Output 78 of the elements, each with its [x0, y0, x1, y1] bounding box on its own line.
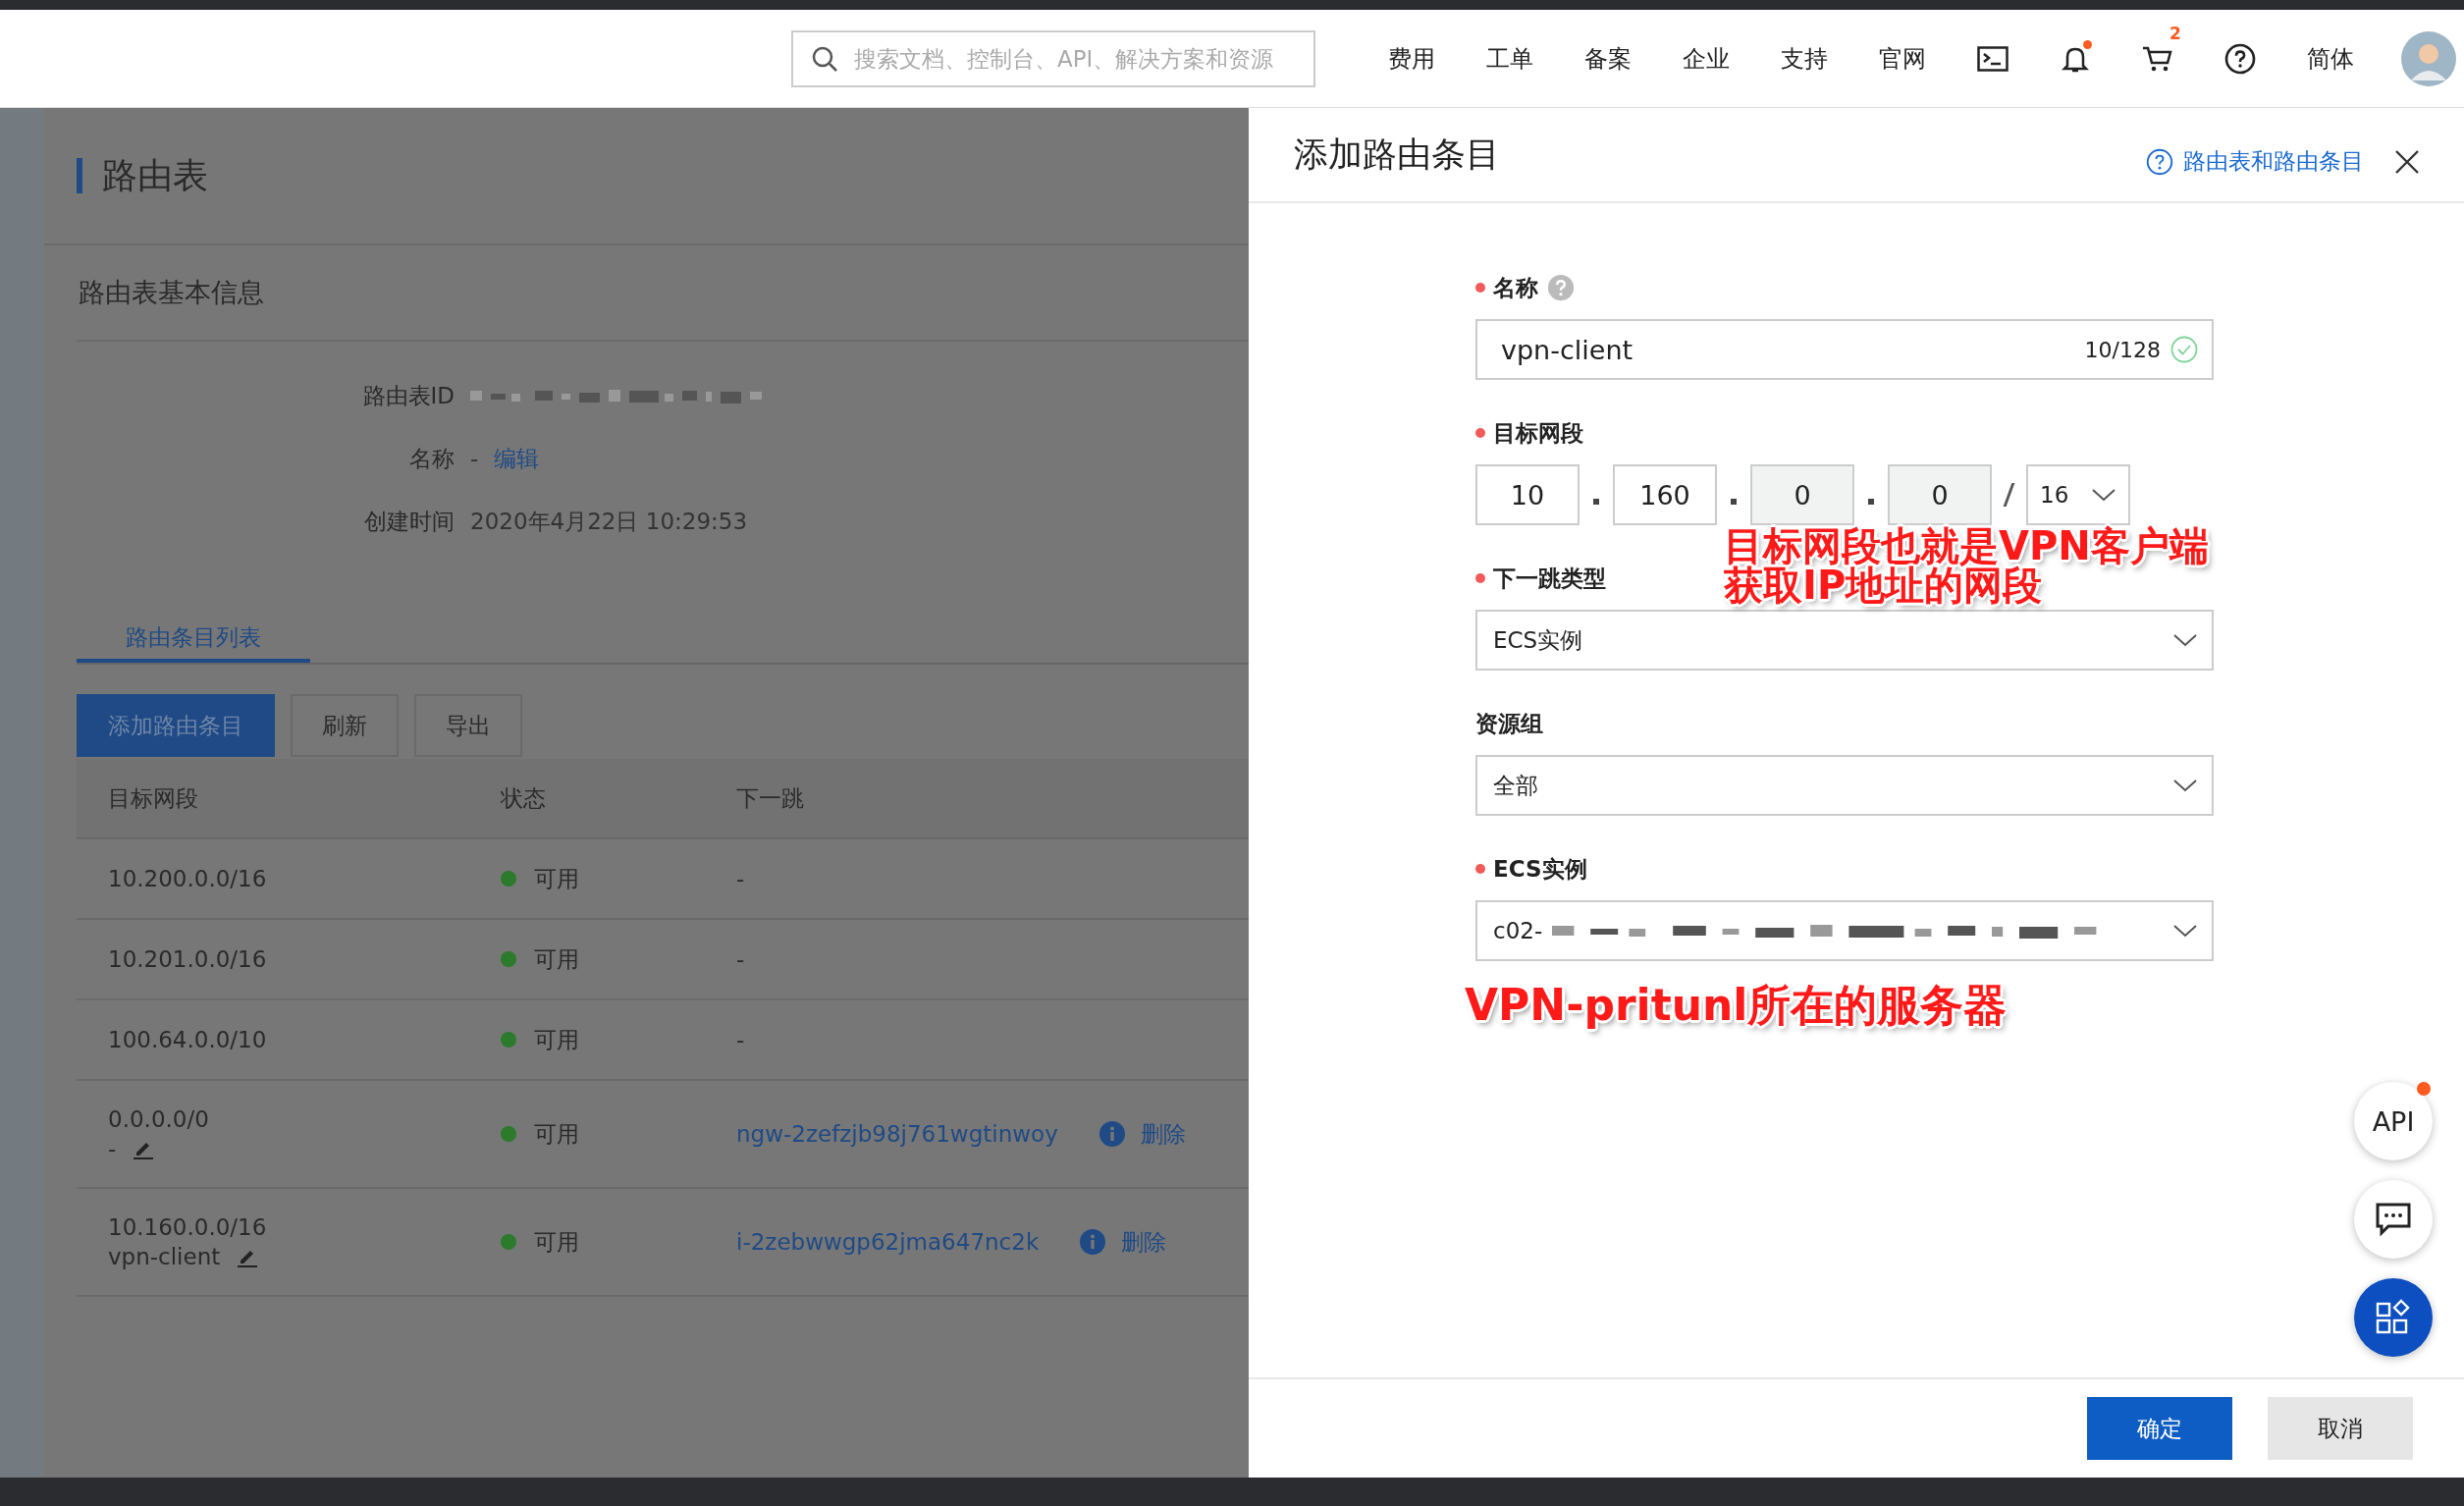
status-text: 可用: [534, 944, 579, 974]
nav-link[interactable]: 企业: [1657, 42, 1755, 75]
confirm-button[interactable]: 确定: [2087, 1397, 2232, 1460]
nav-link[interactable]: 简体: [2281, 42, 2380, 75]
column-header: 下一跳: [736, 783, 805, 813]
chevron-down-icon: [2172, 923, 2198, 939]
field-label: 下一跳类型: [1493, 564, 1606, 593]
cancel-button[interactable]: 取消: [2268, 1397, 2413, 1460]
table-cell: -: [736, 1027, 745, 1052]
help-link[interactable]: 路由表和路由条目: [2146, 146, 2364, 177]
status-dot: [501, 1126, 516, 1142]
annotation-text: 目标网段也就是VPN客户端: [1724, 526, 2209, 565]
annotation-text: VPN-pritunl所在的服务器: [1465, 979, 2008, 1032]
info-value: 2020年4月22日 10:29:53: [470, 507, 748, 536]
info-value: -: [470, 446, 479, 471]
status-dot: [501, 871, 516, 887]
status-dot: [501, 1234, 516, 1250]
help-icon: [2146, 147, 2173, 176]
status-text: 可用: [534, 1119, 579, 1149]
route-name: vpn-client: [108, 1244, 221, 1269]
status-dot: [501, 1032, 516, 1048]
search-icon: [811, 44, 838, 73]
field-label: 资源组: [1475, 709, 1543, 738]
section-title: 路由表基本信息: [77, 245, 1249, 342]
cart-icon[interactable]: [2142, 44, 2173, 73]
table-cell-text: 10.160.0.0/16: [108, 1214, 268, 1240]
info-label: 创建时间: [364, 507, 455, 536]
chat-icon: [2375, 1202, 2412, 1237]
octet-input[interactable]: 160: [1613, 464, 1717, 525]
table-cell: -: [736, 866, 745, 891]
octet-input[interactable]: 10: [1475, 464, 1580, 525]
apps-icon: [2375, 1299, 2412, 1336]
column-header: 状态: [501, 783, 547, 813]
info-label: 路由表ID: [362, 381, 455, 410]
select-field[interactable]: c02-: [1475, 900, 2214, 961]
drawer-title: 添加路由条目: [1294, 134, 1500, 176]
dot-separator: [1868, 499, 1874, 505]
status-text: 可用: [534, 1025, 579, 1054]
route-name: -: [108, 1136, 117, 1161]
column-header: 目标网段: [107, 783, 199, 813]
dot-separator: [1593, 499, 1599, 505]
search-field[interactable]: 搜索文档、控制台、API、解决方案和资源: [791, 29, 1315, 87]
nav-link[interactable]: 工单: [1461, 42, 1559, 75]
table-cell-text: 0.0.0.0/0: [108, 1106, 210, 1132]
info-label: 名称: [409, 444, 455, 473]
status-text: 可用: [534, 864, 579, 893]
page-title: 路由表: [102, 153, 208, 197]
nav-link[interactable]: 备案: [1559, 42, 1657, 75]
character-counter: 10/128: [2084, 337, 2161, 362]
dot-separator: [1731, 499, 1737, 505]
table-cell-text: 100.64.0.0/10: [108, 1027, 268, 1052]
name-input[interactable]: vpn-client 10/128: [1475, 319, 2214, 380]
apps-button[interactable]: [2354, 1278, 2433, 1357]
nav-link[interactable]: 费用: [1363, 42, 1461, 75]
nav-link[interactable]: 官网: [1853, 42, 1952, 75]
chevron-down-icon: [2172, 632, 2198, 648]
cart-count: 2: [2169, 23, 2181, 43]
nav-link[interactable]: 支持: [1755, 42, 1853, 75]
field-label: ECS实例: [1493, 854, 1587, 884]
select-field[interactable]: 全部: [1475, 755, 2214, 816]
status-dot: [501, 951, 516, 967]
chevron-down-icon: [2091, 487, 2116, 503]
close-icon[interactable]: [2393, 147, 2421, 176]
field-label: 名称: [1493, 273, 1538, 302]
select-field[interactable]: ECS实例: [1475, 610, 2214, 671]
api-button[interactable]: API: [2354, 1082, 2433, 1160]
annotation-text: 获取IP地址的网段: [1724, 565, 2043, 605]
mask-select[interactable]: 16: [2026, 464, 2130, 525]
table-cell-text: 10.201.0.0/16: [108, 946, 268, 972]
table-cell: -: [736, 946, 745, 972]
chat-button[interactable]: [2354, 1180, 2433, 1259]
chevron-down-icon: [2172, 778, 2198, 793]
status-text: 可用: [534, 1227, 579, 1257]
help-icon[interactable]: [2224, 42, 2256, 75]
table-cell-text: 10.200.0.0/16: [108, 866, 268, 891]
title-accent-bar: [77, 158, 82, 193]
terminal-icon[interactable]: [1977, 45, 2009, 72]
field-label: 目标网段: [1493, 418, 1583, 448]
